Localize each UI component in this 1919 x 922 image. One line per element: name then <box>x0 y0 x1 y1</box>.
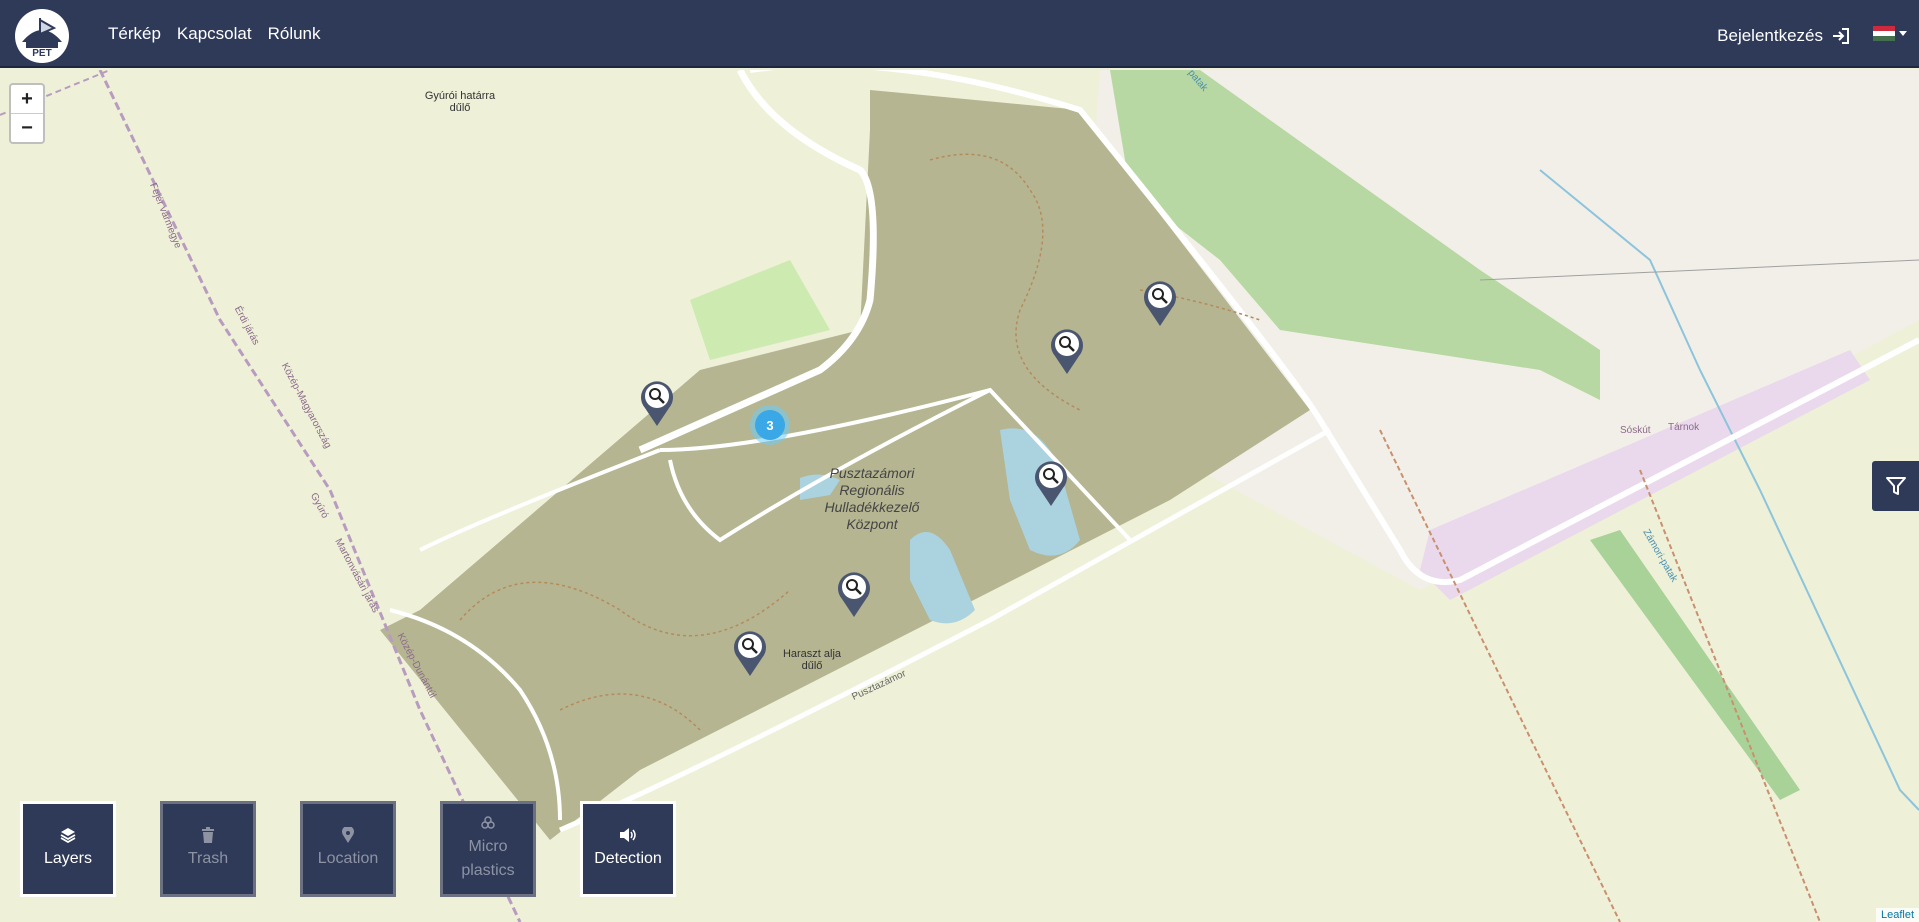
biohazard-icon <box>481 816 495 829</box>
nav-link-rolunk[interactable]: Rólunk <box>268 24 321 44</box>
nav-link-kapcsolat[interactable]: Kapcsolat <box>177 24 252 44</box>
layers-label: Layers <box>43 850 93 867</box>
marker-cluster[interactable]: 3 <box>750 405 790 445</box>
map-label-center: Pusztazámori Regionális Hulladékkezelő K… <box>824 465 920 532</box>
detection-marker[interactable] <box>638 378 676 428</box>
location-pin-icon <box>342 827 354 843</box>
detection-marker[interactable] <box>731 628 769 678</box>
nav-link-terkep[interactable]: Térkép <box>108 24 161 44</box>
tool-bar: Layers Trash Location Micro plastics Det… <box>20 801 720 897</box>
detection-marker[interactable] <box>1141 278 1179 328</box>
microplastics-label: Micro plastics <box>461 838 515 879</box>
filter-icon <box>1885 477 1906 495</box>
map-label-haraszt: Haraszt alja dűlő <box>782 648 842 672</box>
map-view[interactable]: Gyúrói határra dűlő Pusztazámori Regioná… <box>0 70 1919 922</box>
top-navbar: PET Térkép Kapcsolat Rólunk Bejelentkezé… <box>0 0 1919 68</box>
app-logo[interactable]: PET <box>12 6 72 64</box>
map-attribution[interactable]: Leaflet <box>1875 908 1919 922</box>
location-label: Location <box>317 850 379 867</box>
location-button[interactable]: Location <box>300 801 396 897</box>
trash-button[interactable]: Trash <box>160 801 256 897</box>
filter-button[interactable] <box>1872 461 1919 511</box>
zoom-in-button[interactable]: + <box>11 85 43 114</box>
login-icon <box>1833 28 1849 44</box>
map-label-gyuroi: Gyúrói határra dűlő <box>424 90 496 114</box>
login-label: Bejelentkezés <box>1717 26 1823 45</box>
zoom-out-button[interactable]: − <box>11 114 43 142</box>
leaflet-link[interactable]: Leaflet <box>1881 909 1914 921</box>
chevron-down-icon <box>1899 31 1907 36</box>
map-tiles[interactable] <box>0 70 1919 922</box>
language-selector[interactable] <box>1873 26 1907 41</box>
zoom-control: + − <box>9 83 45 144</box>
microplastics-button[interactable]: Micro plastics <box>440 801 536 897</box>
speaker-icon <box>620 828 636 842</box>
login-button[interactable]: Bejelentkezés <box>1717 0 1851 72</box>
cluster-count: 3 <box>755 410 785 440</box>
svg-text:PET: PET <box>32 48 51 59</box>
trash-label: Trash <box>187 850 229 867</box>
trash-icon <box>202 827 214 843</box>
map-label-tarnok: Tárnok <box>1668 422 1700 433</box>
detection-marker[interactable] <box>835 569 873 619</box>
layers-icon <box>60 828 76 843</box>
detection-marker[interactable] <box>1048 326 1086 376</box>
detection-marker[interactable] <box>1032 458 1070 508</box>
hungarian-flag-icon <box>1873 26 1895 41</box>
map-label-soskut: Sóskút <box>1620 425 1651 436</box>
detection-button[interactable]: Detection <box>580 801 676 897</box>
detection-label: Detection <box>594 850 662 867</box>
layers-button[interactable]: Layers <box>20 801 116 897</box>
